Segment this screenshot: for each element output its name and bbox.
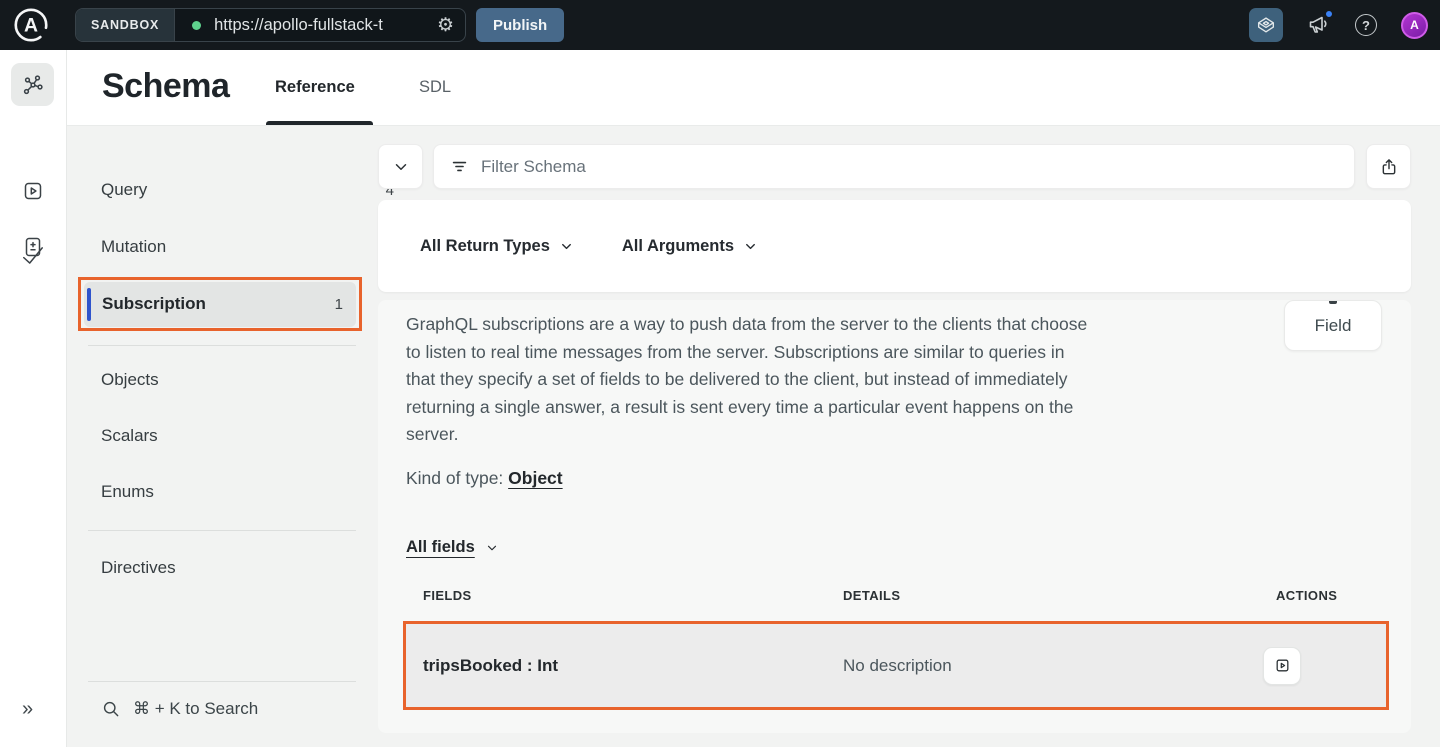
avatar[interactable]: A xyxy=(1401,12,1428,39)
filter-icon xyxy=(450,157,469,176)
sidebar-item-label: Enums xyxy=(101,482,154,502)
expand-rail-button[interactable]: » xyxy=(22,698,33,721)
page-header: Schema Reference SDL xyxy=(67,50,1440,126)
rail-item-schema[interactable] xyxy=(11,63,54,106)
cube-icon xyxy=(1255,14,1277,36)
field-nav-card[interactable]: Field xyxy=(1284,300,1382,351)
sidebar-item-subscription[interactable]: Subscription 1 xyxy=(84,282,356,327)
chevron-down-icon xyxy=(743,239,758,254)
endpoint-url[interactable]: https://apollo-fullstack-t xyxy=(214,16,383,35)
field-nav-label: Field xyxy=(1315,316,1352,336)
sidebar-item-scalars[interactable]: Scalars 5 xyxy=(80,414,410,458)
table-row[interactable]: tripsBooked : Int No description xyxy=(406,624,1386,707)
checkmark-icon xyxy=(20,243,46,269)
arguments-dropdown[interactable]: All Arguments xyxy=(622,237,758,256)
sidebar-item-label: Query xyxy=(101,180,147,200)
clipped-element xyxy=(1329,301,1337,304)
chevron-down-icon xyxy=(392,158,410,176)
sidebar-divider xyxy=(88,681,356,682)
search-icon xyxy=(101,699,121,719)
play-square-icon xyxy=(1274,657,1291,674)
sidebar-item-objects[interactable]: Objects 6 xyxy=(80,358,410,402)
return-types-label: All Return Types xyxy=(420,237,550,256)
sidebar-item-label: Mutation xyxy=(101,237,166,257)
connection-status-dot xyxy=(192,21,201,30)
graph-network-icon xyxy=(21,73,45,97)
top-bar: A SANDBOX https://apollo-fullstack-t ⚙ P… xyxy=(0,0,1440,50)
filter-panel: All Return Types All Arguments xyxy=(378,200,1411,292)
sidebar-item-mutation[interactable]: Mutation 3 xyxy=(80,225,410,269)
kind-of-type-row: Kind of type: Object xyxy=(406,468,563,489)
sidebar-item-label: Objects xyxy=(101,370,159,390)
announcements-button[interactable] xyxy=(1307,13,1331,37)
sidebar-item-label: Subscription xyxy=(102,294,206,314)
kind-label: Kind of type: xyxy=(406,468,508,488)
filter-schema-field[interactable] xyxy=(433,144,1355,189)
sandbox-badge: SANDBOX xyxy=(76,9,175,41)
share-button[interactable] xyxy=(1366,144,1411,189)
chevron-down-icon xyxy=(559,239,574,254)
sidebar-item-label: Directives xyxy=(101,558,176,578)
schema-search-trigger[interactable]: ⌘ + K to Search xyxy=(101,699,258,719)
chevron-down-icon xyxy=(485,541,499,555)
type-description: GraphQL subscriptions are a way to push … xyxy=(406,311,1096,449)
active-tab-indicator xyxy=(266,121,373,125)
apollo-logo-icon[interactable]: A xyxy=(13,7,49,43)
column-header-actions: ACTIONS xyxy=(1276,588,1337,603)
sidebar-item-enums[interactable]: Enums 1 xyxy=(80,470,410,514)
rail-item-explorer[interactable] xyxy=(20,178,46,204)
svg-text:A: A xyxy=(24,14,38,36)
graph-endpoint-switcher[interactable]: SANDBOX https://apollo-fullstack-t ⚙ xyxy=(75,8,466,42)
tab-sdl[interactable]: SDL xyxy=(419,50,451,125)
play-square-icon xyxy=(21,179,45,203)
notification-dot xyxy=(1324,9,1334,19)
all-fields-label: All fields xyxy=(406,538,475,557)
column-header-details: DETAILS xyxy=(843,588,900,603)
column-header-fields: FIELDS xyxy=(423,588,472,603)
rail-item-checks[interactable] xyxy=(20,243,46,269)
topbar-right-controls: ? A xyxy=(1249,0,1440,50)
publish-button[interactable]: Publish xyxy=(476,8,564,42)
active-item-bar xyxy=(87,288,91,321)
field-name: tripsBooked : Int xyxy=(423,656,558,676)
search-hint: ⌘ + K to Search xyxy=(133,699,258,719)
annotation-highlight-field-row: tripsBooked : Int No description xyxy=(403,621,1389,710)
sandbox-mode-button[interactable] xyxy=(1249,8,1283,42)
filter-options-button[interactable] xyxy=(378,144,423,189)
sidebar-item-label: Scalars xyxy=(101,426,158,446)
sidebar-divider xyxy=(88,530,356,531)
share-icon xyxy=(1379,157,1399,177)
content-area: Query 4 Mutation 3 Subscription 1 Object… xyxy=(67,126,1440,747)
sidebar-item-query[interactable]: Query 4 xyxy=(80,168,410,212)
help-button[interactable]: ? xyxy=(1355,14,1377,36)
sidebar-divider xyxy=(88,345,356,346)
filter-schema-input[interactable] xyxy=(481,145,1354,188)
tool-rail: » xyxy=(0,50,67,747)
sidebar-item-directives[interactable]: Directives 4 xyxy=(80,546,410,590)
type-doc-panel: GraphQL subscriptions are a way to push … xyxy=(378,300,1411,733)
annotation-highlight-subscription: Subscription 1 xyxy=(78,277,362,331)
tab-reference[interactable]: Reference xyxy=(275,50,355,125)
arguments-label: All Arguments xyxy=(622,237,734,256)
sidebar-item-count: 1 xyxy=(335,296,343,313)
run-in-explorer-button[interactable] xyxy=(1263,647,1301,685)
all-fields-dropdown[interactable]: All fields xyxy=(406,538,499,557)
return-types-dropdown[interactable]: All Return Types xyxy=(420,237,574,256)
field-details: No description xyxy=(843,656,952,676)
kind-object-link[interactable]: Object xyxy=(508,468,562,488)
page-title: Schema xyxy=(102,67,229,106)
connection-settings-gear-icon[interactable]: ⚙ xyxy=(437,16,454,35)
